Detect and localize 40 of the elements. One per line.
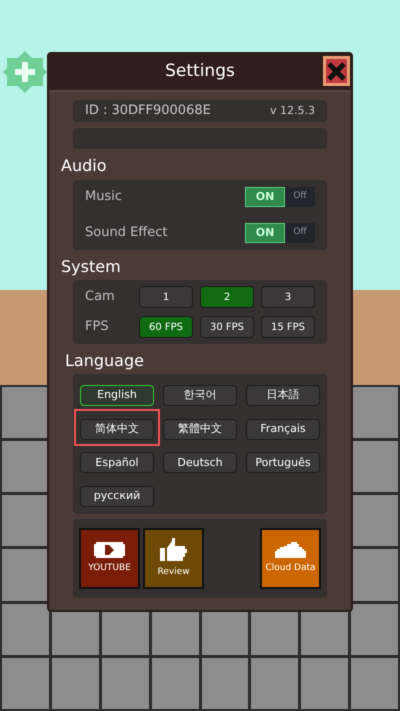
on-label: ON [245, 223, 285, 243]
option-button[interactable]: 30 FPS [200, 316, 254, 338]
option-button[interactable]: 60 FPS [139, 316, 193, 338]
option-button[interactable]: 3 [261, 286, 315, 308]
row-label: Cam [85, 288, 116, 306]
language-button[interactable]: русский [80, 486, 154, 507]
thumbs-up-icon [160, 538, 187, 562]
option-button[interactable]: 1 [139, 286, 193, 308]
player-id: ID : 30DFF900068E [85, 102, 211, 120]
close-button[interactable] [323, 56, 350, 86]
off-label: Off [292, 226, 308, 240]
video-button[interactable]: YOUTUBE [79, 528, 140, 589]
off-label: Off [292, 190, 308, 204]
language-button[interactable]: Português [246, 452, 320, 474]
toggle-switch[interactable]: ON Off [245, 223, 315, 243]
toggle-switch[interactable]: ON Off [245, 187, 315, 207]
option-button[interactable]: 2 [200, 286, 254, 308]
row-label: FPS [85, 318, 110, 336]
close-icon [327, 62, 346, 80]
language-button[interactable]: 日本語 [246, 384, 320, 406]
toggle-label: Music [85, 188, 122, 206]
language-button[interactable]: 简体中文 [80, 418, 154, 440]
option-button[interactable]: 15 FPS [261, 316, 315, 338]
cloud-icon [275, 542, 306, 558]
window-title: Settings [165, 60, 235, 84]
language-button[interactable]: Deutsch [163, 452, 237, 474]
on-label: ON [245, 187, 285, 207]
section-heading: Language [65, 350, 145, 372]
language-button[interactable]: 繁體中文 [163, 418, 237, 440]
review-button[interactable]: Review [143, 528, 204, 589]
section-heading: Audio [61, 155, 108, 177]
language-button[interactable]: English [80, 384, 154, 406]
cloud-data-button[interactable]: Cloud Data [260, 528, 321, 589]
video-icon [94, 542, 125, 558]
language-button[interactable]: Español [80, 452, 154, 474]
version-text: v 12.5.3 [270, 102, 315, 119]
language-button[interactable]: 한국어 [163, 384, 237, 406]
section-heading: System [61, 256, 122, 278]
toggle-label: Sound Effect [85, 224, 168, 242]
language-button[interactable]: Français [246, 418, 320, 440]
